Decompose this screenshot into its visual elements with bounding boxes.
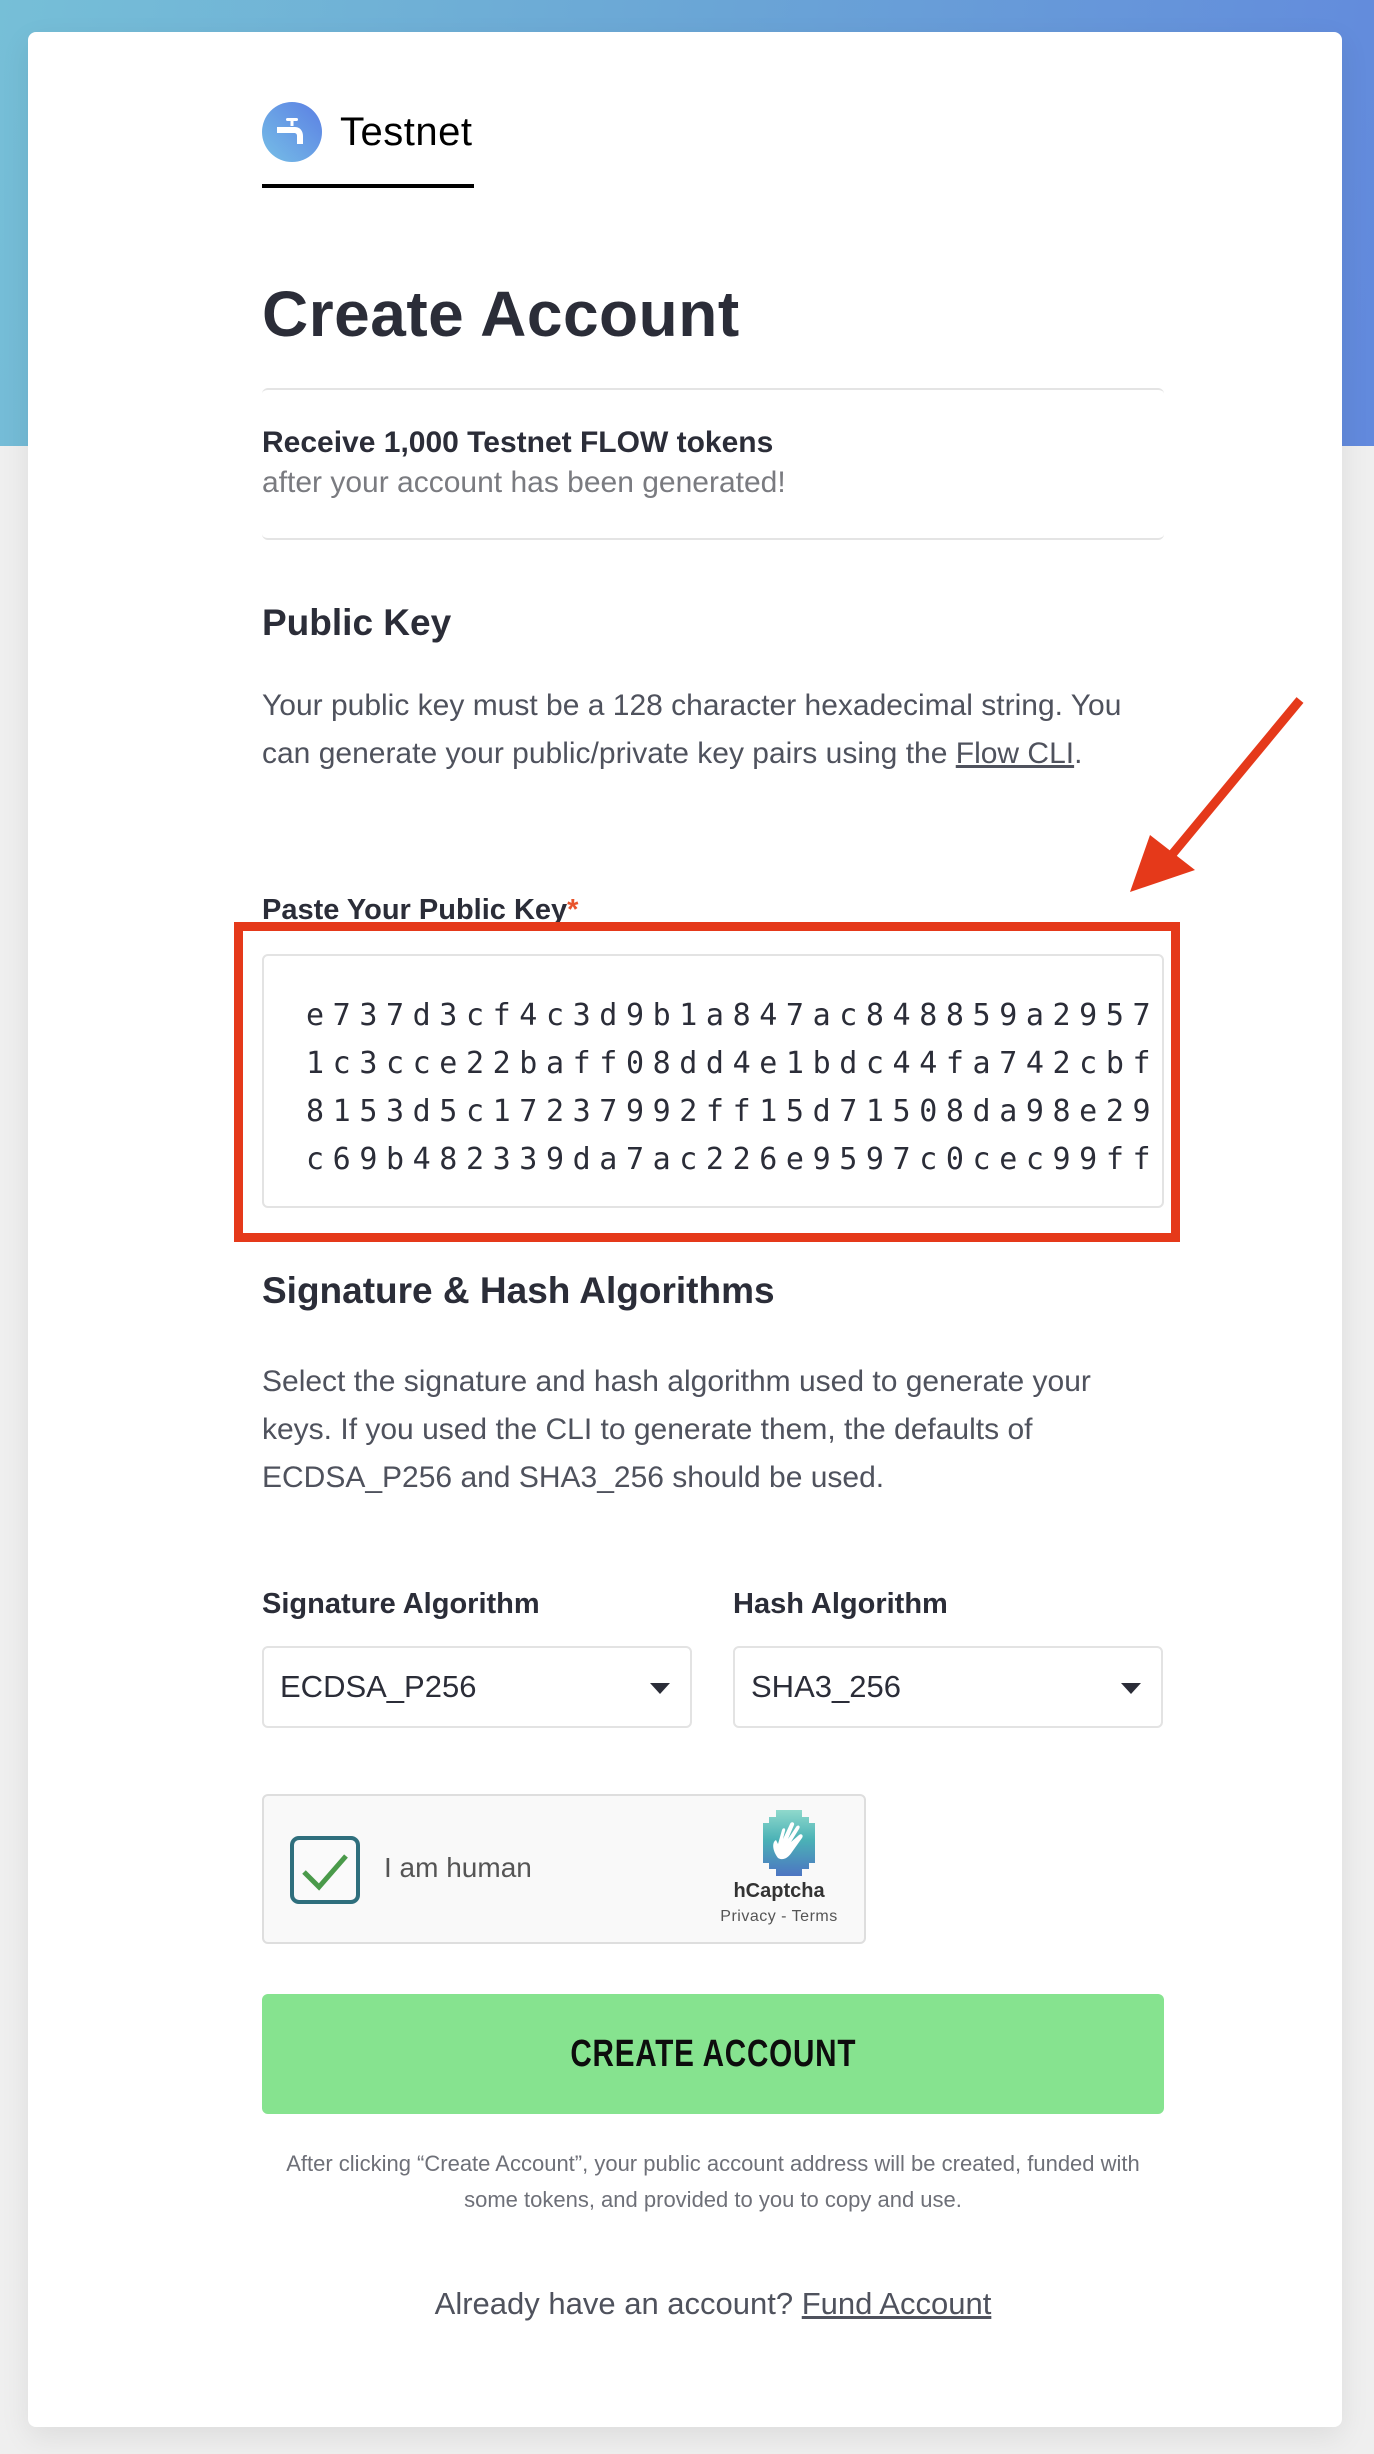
algorithms-heading: Signature & Hash Algorithms [262, 1270, 775, 1311]
hcaptcha-privacy-terms-links[interactable]: Privacy - Terms [704, 1908, 854, 1926]
public-key-heading: Public Key [262, 602, 452, 643]
public-key-input[interactable]: e737d3cf4c3d9b1a847ac848859a2957 1c3cce22… [262, 954, 1164, 1208]
public-key-value: e737d3cf4c3d9b1a847ac848859a2957 1c3cce22… [306, 992, 1159, 1184]
public-key-description: Your public key must be a 128 character … [262, 682, 1164, 778]
signature-algorithm-select[interactable]: ECDSA_P256 [262, 1646, 692, 1728]
public-key-line: c69b482339da7ac226e9597c0cec99ff [306, 1142, 1160, 1177]
token-info-box: Receive 1,000 Testnet FLOW tokens after … [262, 388, 1164, 540]
public-key-line: 1c3cce22baff08dd4e1bdc44fa742cbf [306, 1046, 1160, 1081]
public-key-description-end: . [1074, 737, 1083, 770]
brand-underline [262, 184, 474, 188]
algorithms-description: Select the signature and hash algorithm … [262, 1365, 1091, 1494]
captcha-checkbox[interactable] [290, 1836, 360, 1904]
flow-cli-link[interactable]: Flow CLI [956, 737, 1074, 770]
brand-name: Testnet [340, 109, 473, 154]
chevron-down-icon [1121, 1683, 1141, 1694]
signature-algorithm-value: ECDSA_P256 [280, 1669, 477, 1704]
hash-algorithm-label: Hash Algorithm [733, 1588, 948, 1620]
token-info-title: Receive 1,000 Testnet FLOW tokens [262, 426, 774, 459]
chevron-down-icon [650, 1683, 670, 1694]
checkmark-icon [302, 1854, 348, 1891]
fund-account-link[interactable]: Fund Account [802, 2286, 992, 2321]
public-key-label-text: Paste Your Public Key [262, 894, 568, 926]
public-key-label: Paste Your Public Key* [262, 894, 578, 927]
hash-algorithm-value: SHA3_256 [751, 1669, 901, 1704]
public-key-line: e737d3cf4c3d9b1a847ac848859a2957 [306, 998, 1160, 1033]
page-title: Create Account [262, 278, 740, 350]
hash-algorithm-select[interactable]: SHA3_256 [733, 1646, 1163, 1728]
brand-logo[interactable]: Testnet [262, 100, 472, 164]
signature-algorithm-label: Signature Algorithm [262, 1588, 540, 1620]
public-key-line: 8153d5c17237992ff15d71508da98e29 [306, 1094, 1160, 1129]
fund-account-prompt-text: Already have an account? [434, 2286, 802, 2321]
faucet-icon [262, 102, 322, 162]
token-info-subtitle: after your account has been generated! [262, 466, 786, 499]
captcha-label: I am human [384, 1852, 532, 1883]
required-mark: * [567, 894, 579, 926]
create-account-note: After clicking “Create Account”, your pu… [286, 2151, 1140, 2212]
hcaptcha-widget: I am human hCaptcha Privacy - Terms [262, 1794, 866, 1944]
hcaptcha-logo-icon [763, 1810, 815, 1876]
create-account-button[interactable]: CREATE ACCOUNT [262, 1994, 1164, 2114]
fund-account-prompt: Already have an account? Fund Account [262, 2286, 1164, 2322]
create-account-card: Testnet Create Account Receive 1,000 Tes… [28, 32, 1342, 2427]
hcaptcha-brand: hCaptcha [733, 1880, 825, 1902]
create-account-button-label: CREATE ACCOUNT [570, 2032, 856, 2075]
